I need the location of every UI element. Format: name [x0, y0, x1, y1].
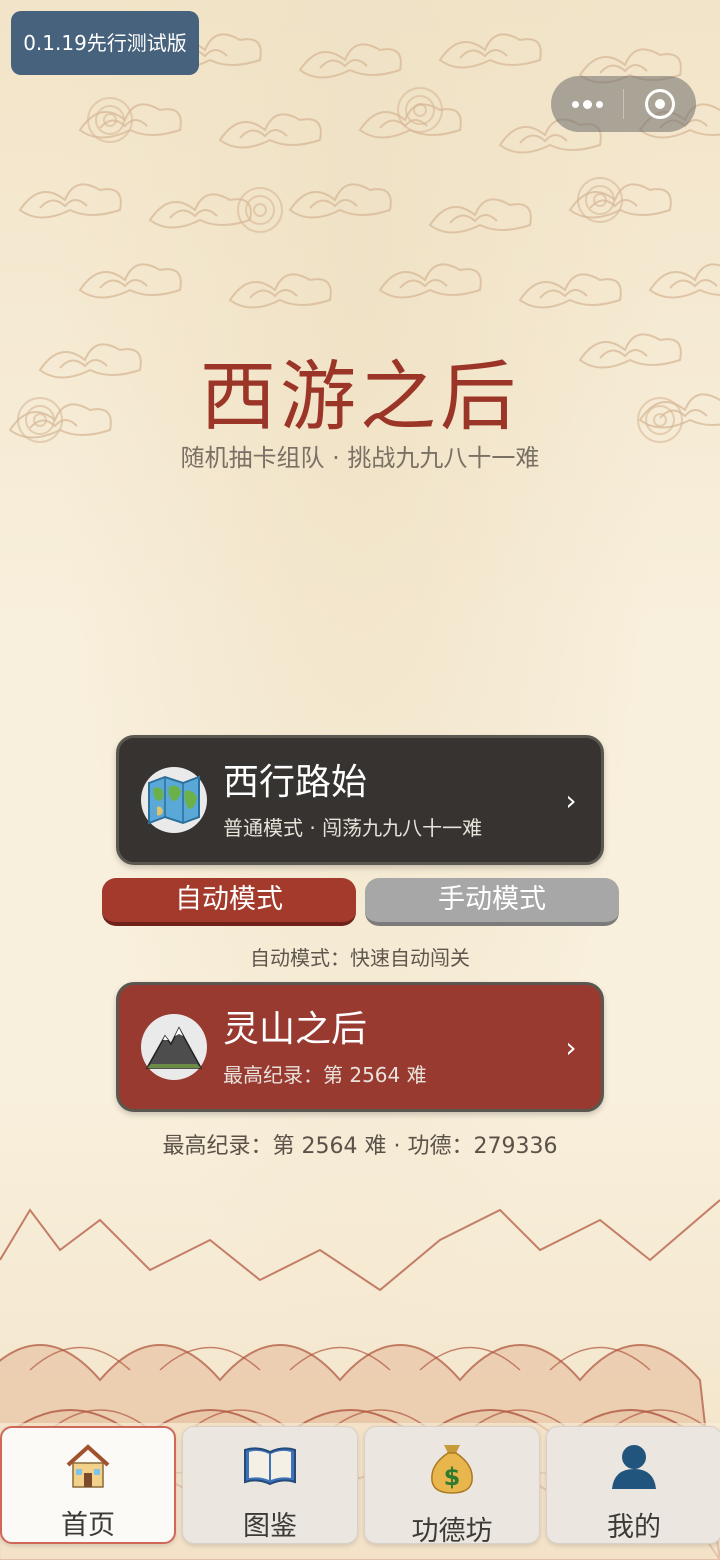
bottom-tab-bar: 首页 图鉴 $ 功德坊 我的 — [0, 1423, 720, 1560]
close-target-icon[interactable] — [624, 76, 696, 132]
tab-label: 功德坊 — [411, 1516, 493, 1547]
journey-card-subtitle: 普通模式 · 闯荡九九八十一难 — [223, 815, 483, 840]
record-summary: 最高纪录：第 2564 难 · 功德：279336 — [162, 1134, 558, 1159]
chevron-right-icon: › — [565, 1030, 577, 1064]
more-menu-icon[interactable] — [551, 76, 623, 132]
auto-mode-button[interactable]: 自动模式 — [102, 878, 356, 926]
book-icon — [243, 1441, 297, 1490]
tab-label: 我的 — [607, 1512, 661, 1543]
mini-program-capsule — [551, 76, 696, 132]
tab-home[interactable]: 首页 — [0, 1426, 176, 1544]
lingshan-card-subtitle: 最高纪录：第 2564 难 — [223, 1062, 427, 1087]
tab-label: 图鉴 — [243, 1511, 297, 1542]
house-icon — [64, 1442, 112, 1489]
tab-encyclopedia[interactable]: 图鉴 — [182, 1426, 358, 1544]
money-bag-icon: $ — [428, 1441, 476, 1495]
version-badge: 0.1.19先行测试版 — [11, 11, 199, 75]
chevron-right-icon: › — [565, 783, 577, 817]
journey-card-title: 西行路始 — [223, 761, 368, 803]
user-icon — [610, 1441, 658, 1491]
mountain-icon — [141, 1014, 207, 1080]
lingshan-card[interactable]: 灵山之后 最高纪录：第 2564 难 › — [116, 982, 604, 1112]
journey-start-card[interactable]: 西行路始 普通模式 · 闯荡九九八十一难 › — [116, 735, 604, 865]
tab-merit-shop[interactable]: $ 功德坊 — [364, 1426, 540, 1547]
map-icon — [141, 767, 207, 833]
game-subtitle: 随机抽卡组队 · 挑战九九八十一难 — [180, 444, 540, 472]
tab-profile[interactable]: 我的 — [546, 1426, 720, 1544]
game-title: 西游之后 — [200, 352, 520, 441]
svg-text:$: $ — [444, 1463, 461, 1491]
manual-mode-button[interactable]: 手动模式 — [365, 878, 619, 926]
mode-description: 自动模式：快速自动闯关 — [250, 946, 470, 970]
tab-label: 首页 — [61, 1510, 115, 1541]
lingshan-card-title: 灵山之后 — [223, 1008, 368, 1050]
